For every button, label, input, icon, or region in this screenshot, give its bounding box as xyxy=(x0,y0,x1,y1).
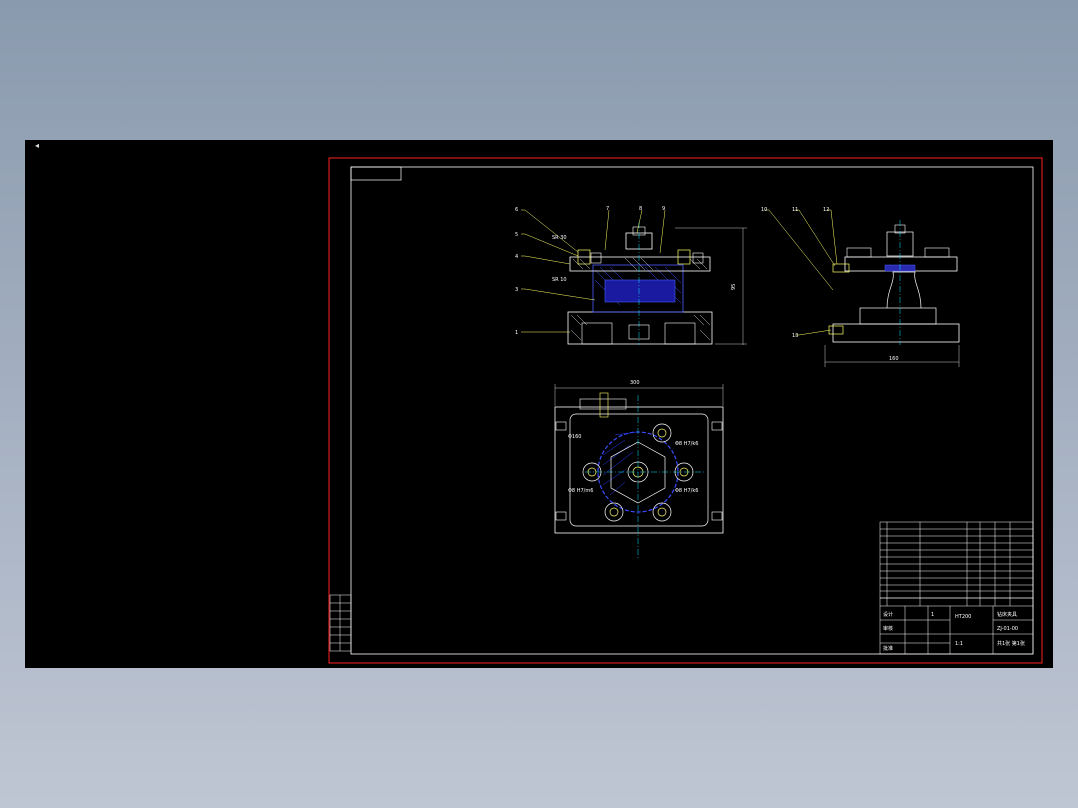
top-view: 300 Φ160 Φ8 H7/k6 Φ8 H7/m6 Φ8 H7/k6 xyxy=(554,380,724,560)
parts-list xyxy=(879,521,1034,606)
balloon-12: 12 xyxy=(823,207,829,213)
title-count: 1 xyxy=(931,612,934,618)
drawing-border xyxy=(350,166,1034,655)
front-section-view: 95 6 5 4 3 1 7 8 9 SR 30 SR 10 xyxy=(515,206,747,345)
balloon-5: 5 xyxy=(515,232,518,238)
label-top-right: Φ8 H7/k6 xyxy=(675,441,698,447)
balloon-6: 6 xyxy=(515,207,518,213)
title-designer: 设计 xyxy=(883,611,893,618)
title-drawing-number: ZJ-01-00 xyxy=(997,626,1018,632)
cad-viewport[interactable]: ◂ 95 6 5 4 3 1 7 8 9 SR 30 SR 10 160 10 … xyxy=(25,140,1053,668)
title-material: HT200 xyxy=(955,614,971,620)
balloon-7: 7 xyxy=(606,206,609,212)
title-scale: 1:1 xyxy=(955,641,963,647)
balloon-11: 11 xyxy=(792,207,798,213)
binding-strip xyxy=(329,594,352,652)
label-sr10: SR 10 xyxy=(552,277,567,283)
balloon-3: 3 xyxy=(515,287,518,293)
dim-side: 160 xyxy=(889,356,899,362)
dim-top: 300 xyxy=(630,380,640,386)
label-bottom-right: Φ8 H7/k6 xyxy=(675,488,698,494)
balloon-1: 1 xyxy=(515,330,518,336)
label-sr30: SR 30 xyxy=(552,235,567,241)
sheet-frame xyxy=(328,157,1043,664)
title-drawing-title: 钻床夹具 xyxy=(997,611,1017,618)
dim-right: 95 xyxy=(731,284,737,290)
balloon-13: 13 xyxy=(792,333,798,339)
balloon-8: 8 xyxy=(639,206,642,212)
side-view: 160 10 11 12 13 xyxy=(761,207,960,367)
balloon-10: 10 xyxy=(761,207,767,213)
code-box xyxy=(350,166,402,181)
title-sheet: 共1张 第1张 xyxy=(997,640,1025,647)
label-left: Φ8 H7/m6 xyxy=(568,488,593,494)
balloon-9: 9 xyxy=(662,206,665,212)
label-d160: Φ160 xyxy=(568,434,581,440)
drawing-canvas: 95 6 5 4 3 1 7 8 9 SR 30 SR 10 160 10 11… xyxy=(328,157,1043,664)
title-checker: 审核 xyxy=(883,625,893,632)
title-approver: 批准 xyxy=(883,645,893,652)
balloon-4: 4 xyxy=(515,254,518,260)
